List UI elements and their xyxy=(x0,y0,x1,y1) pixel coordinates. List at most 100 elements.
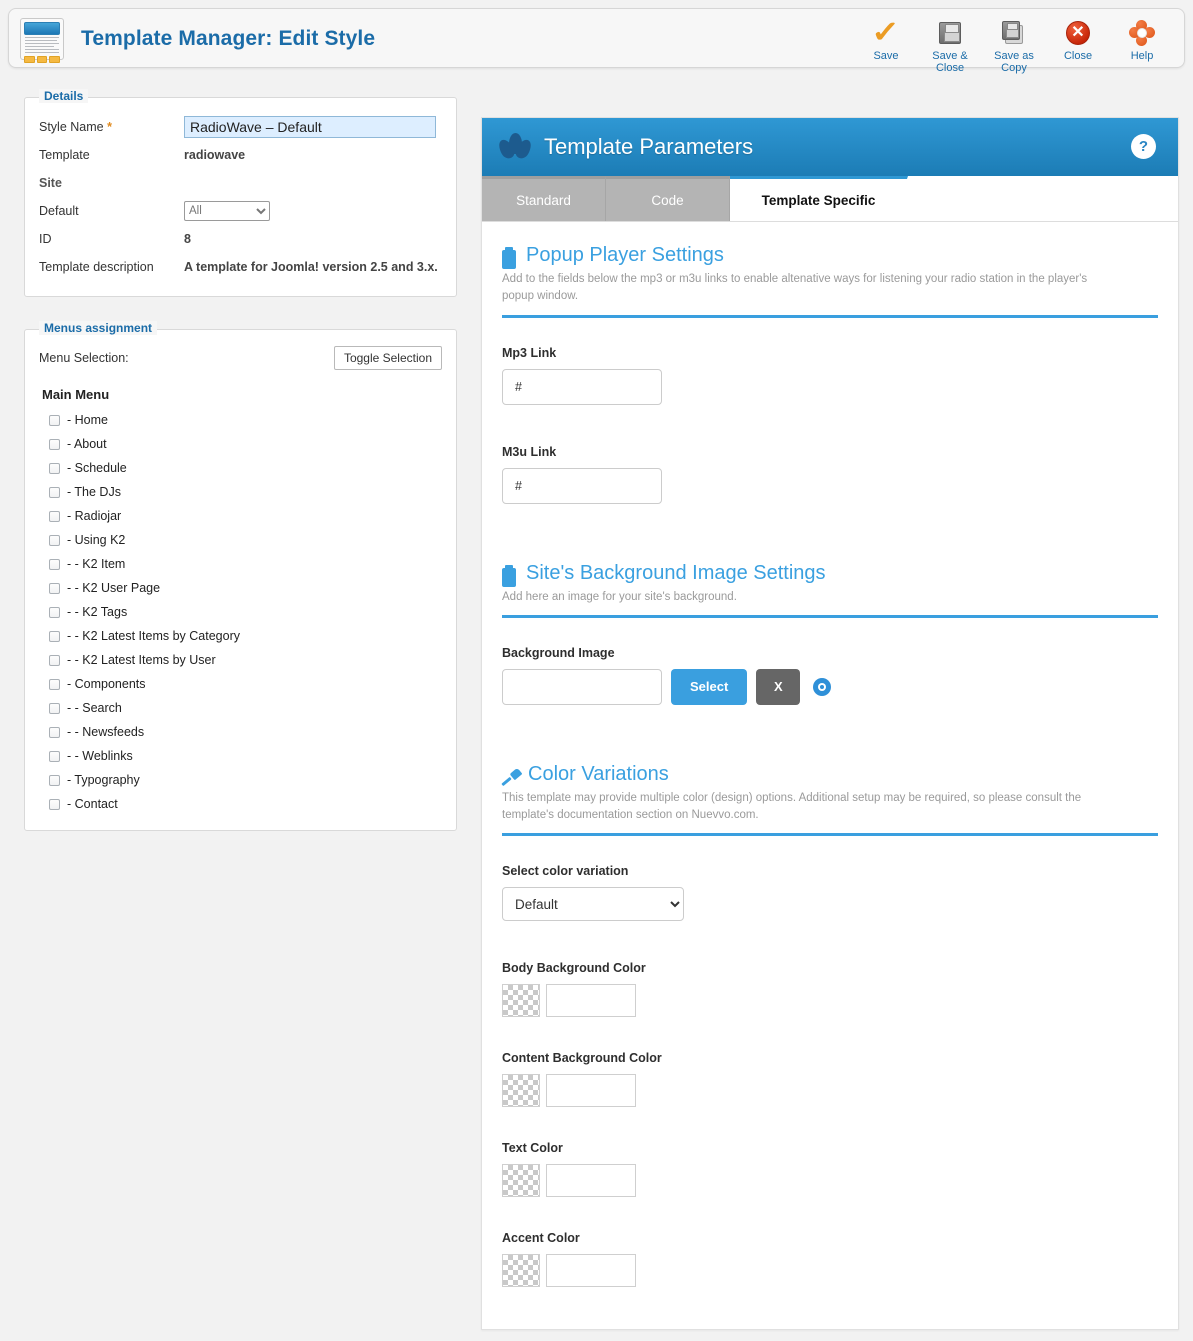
floppy-disk-icon xyxy=(918,18,982,48)
style-name-input[interactable] xyxy=(184,116,436,138)
lotus-flower-icon xyxy=(495,132,535,162)
id-value: 8 xyxy=(184,232,191,246)
list-item[interactable]: - - Newsfeeds xyxy=(39,720,442,744)
id-row: ID 8 xyxy=(39,226,442,252)
page-header-bar: Template Manager: Edit Style ✓ Save Save… xyxy=(8,8,1185,74)
required-marker: * xyxy=(107,120,112,134)
color-swatch[interactable] xyxy=(502,1164,540,1198)
menu-item-checkbox[interactable] xyxy=(49,534,60,546)
list-item[interactable]: - - Weblinks xyxy=(39,744,442,768)
menu-item-checkbox[interactable] xyxy=(49,726,60,738)
menu-item-checkbox[interactable] xyxy=(49,438,60,450)
save-button[interactable]: ✓ Save xyxy=(854,14,918,63)
mp3-link-input[interactable] xyxy=(502,368,662,405)
help-circle-icon[interactable]: ? xyxy=(1131,134,1156,159)
menu-item-checkbox[interactable] xyxy=(49,654,60,666)
list-item[interactable]: - - K2 Item xyxy=(39,552,442,576)
section-description: This template may provide multiple color… xyxy=(502,791,1082,821)
content-background-color-input[interactable] xyxy=(546,1074,636,1108)
menu-item-checkbox[interactable] xyxy=(49,678,60,690)
list-item[interactable]: - Radiojar xyxy=(39,504,442,528)
color-picker-row xyxy=(502,1164,1158,1198)
toggle-selection-button[interactable]: Toggle Selection xyxy=(333,346,442,370)
list-item[interactable]: - Schedule xyxy=(39,456,442,480)
list-item[interactable]: - - K2 User Page xyxy=(39,576,442,600)
list-item[interactable]: - Home xyxy=(39,408,442,432)
eye-icon[interactable] xyxy=(813,677,832,696)
save-as-copy-button[interactable]: Save as Copy xyxy=(982,14,1046,74)
tab-template-specific[interactable]: Template Specific xyxy=(730,176,908,221)
default-label: Default xyxy=(39,204,79,218)
menu-selection-label: Menu Selection: xyxy=(39,351,129,365)
clear-button[interactable]: X xyxy=(756,668,801,705)
m3u-link-input[interactable] xyxy=(502,467,662,504)
list-item[interactable]: - Components xyxy=(39,672,442,696)
menu-item-checkbox[interactable] xyxy=(49,510,60,522)
list-item[interactable]: - Typography xyxy=(39,768,442,792)
menu-item-label: - - K2 Item xyxy=(67,557,126,571)
tab-standard[interactable]: Standard xyxy=(482,176,606,221)
select-button[interactable]: Select xyxy=(671,668,748,705)
color-swatch[interactable] xyxy=(502,1254,540,1288)
menu-item-label: - - Weblinks xyxy=(67,749,133,763)
close-button[interactable]: ✕ Close xyxy=(1046,14,1110,62)
background-image-input[interactable] xyxy=(502,668,662,705)
menu-item-checkbox[interactable] xyxy=(49,486,60,498)
menu-item-label: - - Newsfeeds xyxy=(67,725,145,739)
description-row: Template description A template for Joom… xyxy=(39,254,442,280)
tab-bar: Standard Code Template Specific xyxy=(482,176,1178,222)
accent-color-input[interactable] xyxy=(546,1254,636,1288)
menu-item-checkbox[interactable] xyxy=(49,414,60,426)
menu-item-checkbox[interactable] xyxy=(49,702,60,714)
description-value: A template for Joomla! version 2.5 and 3… xyxy=(184,260,438,274)
accent-color-field: Accent Color xyxy=(502,1231,1158,1288)
color-swatch[interactable] xyxy=(502,1074,540,1108)
section-title: Site's Background Image Settings xyxy=(526,561,826,584)
menu-item-label: - - K2 User Page xyxy=(67,581,161,595)
body-background-color-input[interactable] xyxy=(546,984,636,1018)
list-item[interactable]: - - Search xyxy=(39,696,442,720)
background-image-settings-section: Site's Background Image Settings Add her… xyxy=(502,562,1158,705)
menu-item-checkbox[interactable] xyxy=(49,630,60,642)
list-item[interactable]: - Using K2 xyxy=(39,528,442,552)
color-swatch[interactable] xyxy=(502,984,540,1018)
section-divider xyxy=(502,314,1158,318)
list-item[interactable]: - - K2 Tags xyxy=(39,600,442,624)
content-background-color-label: Content Background Color xyxy=(502,1051,662,1066)
list-item[interactable]: - - K2 Latest Items by User xyxy=(39,648,442,672)
page-title: Template Manager: Edit Style xyxy=(81,27,376,50)
section-divider xyxy=(502,833,1158,837)
menu-item-checkbox[interactable] xyxy=(49,462,60,474)
menu-item-checkbox[interactable] xyxy=(49,798,60,810)
menu-item-checkbox[interactable] xyxy=(49,750,60,762)
panel-title: Template Parameters xyxy=(544,134,754,159)
list-item[interactable]: - The DJs xyxy=(39,480,442,504)
template-parameters-header: Template Parameters ? xyxy=(482,118,1178,176)
color-variation-select[interactable]: Default xyxy=(502,887,684,922)
color-picker-row xyxy=(502,1254,1158,1288)
menu-item-label: - Typography xyxy=(67,773,140,787)
menu-item-checkbox[interactable] xyxy=(49,774,60,786)
tab-code[interactable]: Code xyxy=(606,176,730,221)
clipboard-icon xyxy=(502,564,516,587)
mp3-link-label: Mp3 Link xyxy=(502,345,557,360)
list-item[interactable]: - Contact xyxy=(39,792,442,816)
menus-assignment-legend: Menus assignment xyxy=(39,321,158,335)
text-color-input[interactable] xyxy=(546,1164,636,1198)
list-item[interactable]: - - K2 Latest Items by Category xyxy=(39,624,442,648)
help-button[interactable]: Help xyxy=(1110,14,1174,62)
default-select[interactable]: All xyxy=(184,201,270,221)
template-value: radiowave xyxy=(184,148,246,162)
style-name-label: Style Name * xyxy=(39,120,184,134)
id-label: ID xyxy=(39,232,52,246)
save-and-close-button[interactable]: Save & Close xyxy=(918,14,982,74)
menu-item-checkbox[interactable] xyxy=(49,606,60,618)
close-button-label: Close xyxy=(1063,50,1093,62)
menu-item-checkbox[interactable] xyxy=(49,582,60,594)
accent-color-label: Accent Color xyxy=(502,1231,580,1246)
save-as-copy-button-label: Save as Copy xyxy=(994,50,1034,74)
red-x-circle-icon: ✕ xyxy=(1046,18,1110,48)
menu-item-checkbox[interactable] xyxy=(49,558,60,570)
list-item[interactable]: - About xyxy=(39,432,442,456)
left-column: Details Style Name * Template radiowave … xyxy=(8,85,473,1300)
